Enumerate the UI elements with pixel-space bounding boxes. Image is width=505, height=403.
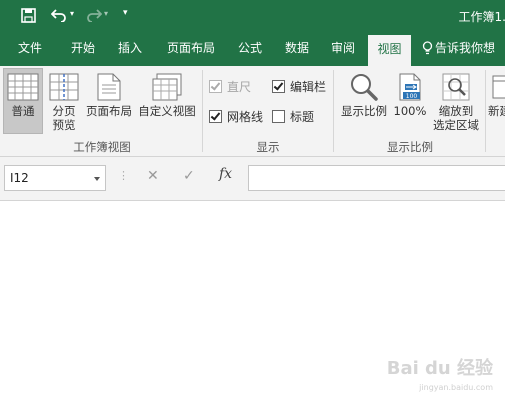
formula-bar-label: 编辑栏 <box>290 80 327 94</box>
customize-qat-icon[interactable]: ▾ <box>123 8 128 18</box>
zoom-100-button[interactable]: 100 100% <box>392 69 428 135</box>
ribbon-tab-bar: 文件 开始 插入 页面布局 公式 数据 审阅 视图 告诉我你想 <box>0 33 505 68</box>
zoom-to-selection-icon <box>442 73 470 101</box>
new-window-icon <box>492 75 505 99</box>
group-separator <box>333 70 334 152</box>
enter-check-icon[interactable]: ✓ <box>183 168 195 184</box>
tell-me-box[interactable]: 告诉我你想 <box>422 33 505 66</box>
zoom-100-label: 100% <box>393 104 427 118</box>
show-group-label: 显示 <box>256 140 280 154</box>
cancel-icon[interactable]: ✕ <box>147 168 159 184</box>
formula-bar-checkbox[interactable]: 编辑栏 <box>272 79 326 95</box>
normal-view-icon <box>7 73 39 101</box>
tab-home[interactable]: 开始 <box>61 33 105 66</box>
tab-view[interactable]: 视图 <box>368 35 411 68</box>
insert-function-icon[interactable]: fx <box>219 166 232 182</box>
redo-dropdown-icon[interactable]: ▾ <box>104 9 108 18</box>
normal-view-label: 普通 <box>11 104 35 118</box>
tab-page-layout[interactable]: 页面布局 <box>160 33 222 66</box>
tab-formulas[interactable]: 公式 <box>228 33 272 66</box>
page-break-preview-button[interactable]: 分页 预览 <box>45 69 83 135</box>
watermark: Bai du 经验 jingyan.baidu.com <box>387 360 493 397</box>
title-bar: ▾ ▾ ▾ 工作簿1.x <box>0 0 505 33</box>
group-separator <box>485 70 486 152</box>
zoom-to-selection-label-1: 缩放到 <box>438 104 474 118</box>
tab-review[interactable]: 审阅 <box>321 33 365 66</box>
tell-me-text: 告诉我你想 <box>435 41 496 55</box>
zoom-label: 显示比例 <box>341 104 387 118</box>
page-break-preview-label-1: 分页 <box>52 104 76 118</box>
document-title: 工作簿1.x <box>458 10 505 24</box>
name-box[interactable]: I12 <box>4 165 106 191</box>
zoom-to-selection-button[interactable]: 缩放到 选定区域 <box>430 69 482 135</box>
custom-views-icon <box>152 73 182 101</box>
zoom-button[interactable]: 显示比例 <box>338 69 390 135</box>
zoom-to-selection-label-2: 选定区域 <box>433 118 479 132</box>
undo-icon[interactable] <box>50 8 67 25</box>
page-break-preview-icon <box>49 73 79 101</box>
page-layout-view-label: 页面布局 <box>86 104 132 118</box>
new-window-button[interactable]: 新建 <box>488 69 505 135</box>
ruler-label: 直尺 <box>227 80 252 94</box>
lightbulb-icon <box>422 36 433 67</box>
gridlines-checkbox[interactable]: 网格线 <box>209 109 263 125</box>
ribbon: 普通 分页 预览 页面布局 自定义视图 工作簿视图 直尺 编辑栏 网格线 标题 … <box>0 66 505 157</box>
headings-checkbox[interactable]: 标题 <box>272 109 314 125</box>
page-layout-view-button[interactable]: 页面布局 <box>84 69 134 135</box>
worksheet-area[interactable]: Bai du 经验 jingyan.baidu.com <box>0 201 505 403</box>
ruler-checkbox[interactable]: 直尺 <box>209 79 251 95</box>
zoom-group-label: 显示比例 <box>387 140 433 154</box>
watermark-url: jingyan.baidu.com <box>419 383 493 392</box>
new-window-label: 新建 <box>488 104 505 118</box>
undo-dropdown-icon[interactable]: ▾ <box>70 9 74 18</box>
chevron-down-icon[interactable] <box>94 177 100 181</box>
tab-file[interactable]: 文件 <box>8 33 52 66</box>
workbook-views-group-label: 工作簿视图 <box>73 140 131 154</box>
watermark-brand: Bai du 经验 <box>386 358 493 379</box>
gridlines-label: 网格线 <box>227 110 264 124</box>
svg-text:100: 100 <box>406 93 418 100</box>
tab-data[interactable]: 数据 <box>275 33 319 66</box>
custom-views-label: 自定义视图 <box>138 104 196 118</box>
formula-bar-area: I12 ⋮ ✕ ✓ fx <box>0 157 505 201</box>
formula-input[interactable] <box>248 165 505 191</box>
group-separator <box>202 70 203 152</box>
redo-icon[interactable] <box>86 8 103 25</box>
page-layout-view-icon <box>97 73 121 101</box>
more-options-icon: ⋮ <box>118 169 129 182</box>
magnifier-icon <box>351 74 378 101</box>
normal-view-button[interactable]: 普通 <box>3 68 43 134</box>
save-icon[interactable] <box>21 8 36 26</box>
name-box-value: I12 <box>10 171 29 185</box>
tab-insert[interactable]: 插入 <box>108 33 152 66</box>
zoom-100-icon: 100 <box>399 73 421 101</box>
custom-views-button[interactable]: 自定义视图 <box>136 69 198 135</box>
page-break-preview-label-2: 预览 <box>52 118 76 132</box>
headings-label: 标题 <box>290 110 315 124</box>
